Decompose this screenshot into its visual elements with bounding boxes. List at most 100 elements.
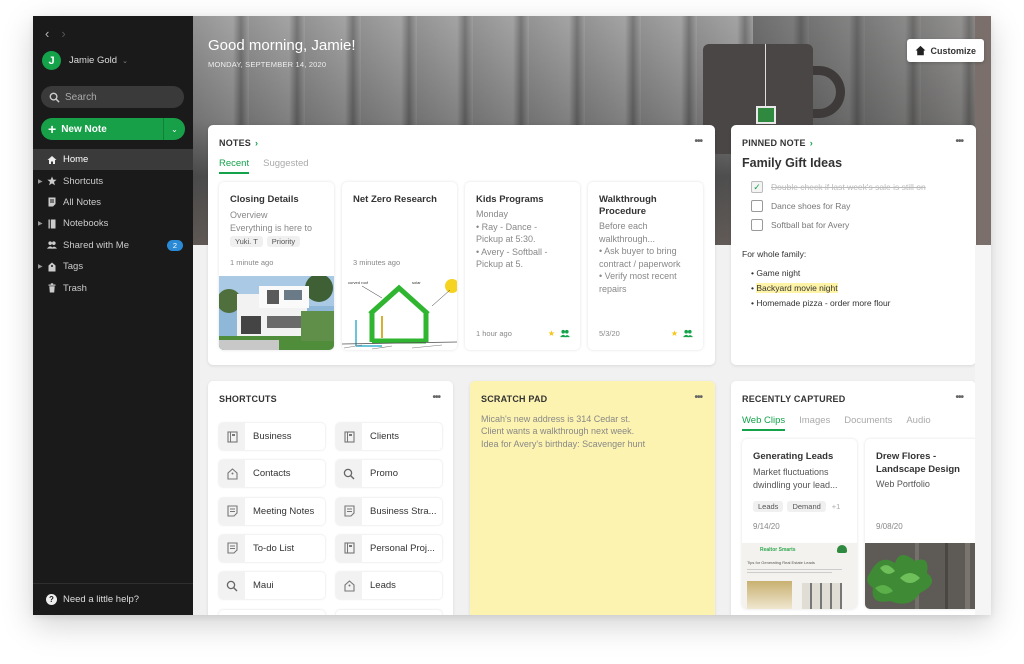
note-title: Walkthrough Procedure: [599, 194, 657, 217]
tab-web-clips[interactable]: Web Clips: [742, 415, 786, 431]
clip-snippet-line: Web Portfolio: [876, 479, 930, 489]
tag-chip[interactable]: Priority: [266, 236, 301, 247]
shortcut-item[interactable]: Promo: [336, 460, 442, 488]
home-dashboard: Good morning, Jamie! MONDAY, SEPTEMBER 1…: [193, 16, 991, 615]
note-card[interactable]: Closing Details Overview Everything is h…: [219, 182, 334, 350]
tab-images[interactable]: Images: [799, 415, 830, 431]
people-icon: [47, 240, 57, 250]
more-options-icon[interactable]: •••: [694, 392, 702, 403]
shortcut-item[interactable]: Contacts: [219, 460, 325, 488]
pinned-note-title[interactable]: Family Gift Ideas: [742, 156, 842, 170]
shortcut-item[interactable]: To-do List: [219, 534, 325, 562]
highlighted-bullet-text: Backyard movie night: [756, 283, 838, 293]
search-input[interactable]: [65, 91, 175, 103]
tab-recent[interactable]: Recent: [219, 158, 250, 174]
house-photo-thumbnail: [219, 276, 334, 350]
more-options-icon[interactable]: •••: [955, 392, 963, 403]
tag-chip[interactable]: Demand: [787, 501, 826, 512]
pinned-title-text: PINNED NOTE: [742, 138, 806, 148]
note-title: Closing Details: [230, 194, 299, 205]
clip-date: 9/14/20: [753, 522, 780, 531]
search-box[interactable]: [41, 86, 184, 108]
tab-audio[interactable]: Audio: [906, 415, 930, 431]
expand-arrow-icon[interactable]: ▶: [38, 220, 43, 227]
sidebar-item-label: All Notes: [63, 196, 102, 208]
notes-tabs: Recent Suggested: [219, 158, 309, 174]
shortcut-item[interactable]: Business Stra...: [336, 497, 442, 525]
note-snippet-line: • Avery - Softball -: [476, 246, 548, 257]
sidebar-item-label: Shared with Me: [63, 239, 130, 251]
scratch-pad-text[interactable]: Micah's new address is 314 Cedar st. Cli…: [481, 413, 645, 450]
note-icon: [219, 497, 245, 525]
expand-arrow-icon[interactable]: ▶: [38, 263, 43, 270]
plus-icon: +: [48, 121, 57, 137]
tag-chip[interactable]: Leads: [753, 501, 784, 512]
customize-button[interactable]: Customize: [907, 39, 984, 62]
shortcut-item[interactable]: Leads: [336, 572, 442, 600]
help-label: Need a little help?: [63, 594, 140, 605]
sidebar-item-notebooks[interactable]: ▶ Notebooks: [33, 213, 193, 234]
pinned-title[interactable]: PINNED NOTE ›: [742, 138, 813, 148]
search-icon: [336, 460, 362, 488]
note-card[interactable]: Walkthrough Procedure Before each walkth…: [588, 182, 703, 350]
shortcut-label: Business Stra...: [370, 505, 437, 517]
forward-arrow-icon[interactable]: ›: [61, 26, 65, 41]
shortcut-label: Personal Proj...: [370, 542, 435, 554]
trash-icon: [47, 283, 57, 293]
sidebar-item-trash[interactable]: Trash: [33, 277, 193, 298]
more-tags-count[interactable]: +1: [832, 502, 841, 511]
checklist-item: ✓ Double check if last week's sale is st…: [751, 181, 926, 193]
shared-icon: [560, 329, 570, 338]
new-note-dropdown[interactable]: ⌄: [163, 118, 185, 140]
more-options-icon[interactable]: •••: [694, 136, 702, 147]
shortcut-label: Business: [253, 431, 292, 442]
new-note-main[interactable]: + New Note: [41, 118, 163, 140]
more-options-icon[interactable]: •••: [432, 392, 440, 403]
help-link[interactable]: ? Need a little help?: [33, 583, 193, 615]
note-card[interactable]: Kids Programs Monday • Ray - Dance - Pic…: [465, 182, 580, 350]
web-clip-card[interactable]: Drew Flores - Landscape Design Web Portf…: [865, 439, 976, 609]
tab-documents[interactable]: Documents: [844, 415, 892, 431]
note-icon: [219, 534, 245, 562]
note-title: Kids Programs: [476, 194, 544, 205]
more-options-icon[interactable]: •••: [955, 136, 963, 147]
checkbox[interactable]: [751, 219, 763, 231]
shortcuts-title: SHORTCUTS: [219, 394, 277, 404]
tag-chip[interactable]: Yuki. T: [230, 236, 263, 247]
sidebar-item-home[interactable]: Home: [33, 149, 193, 171]
notes-title[interactable]: NOTES ›: [219, 138, 258, 148]
sidebar-item-shortcuts[interactable]: ▶ Shortcuts: [33, 170, 193, 191]
sidebar-item-all-notes[interactable]: All Notes: [33, 192, 193, 213]
sidebar-item-tags[interactable]: ▶ Tags: [33, 256, 193, 277]
shortcut-label: Contacts: [253, 468, 291, 480]
shortcut-item[interactable]: Meeting Notes: [219, 497, 325, 525]
web-clip-card[interactable]: Generating Leads Market fluctuations dwi…: [742, 439, 857, 609]
sidebar-item-shared-with-me[interactable]: Shared with Me 2: [33, 235, 193, 256]
note-timestamp: 1 hour ago: [476, 329, 512, 338]
shortcut-item[interactable]: Business: [219, 423, 325, 450]
shortcut-item-partial[interactable]: [219, 609, 325, 615]
clip-title: Generating Leads: [753, 451, 834, 462]
checkbox-checked[interactable]: ✓: [751, 181, 763, 193]
expand-arrow-icon[interactable]: ▶: [38, 178, 43, 185]
shortcut-item[interactable]: Maui: [219, 572, 325, 600]
notes-widget: NOTES › ••• Recent Suggested Closing Deta…: [208, 125, 715, 365]
sidebar-item-label: Tags: [63, 261, 84, 273]
back-arrow-icon[interactable]: ‹: [45, 26, 49, 41]
tab-suggested[interactable]: Suggested: [263, 158, 308, 174]
account-switcher[interactable]: J Jamie Gold ⌄: [42, 51, 128, 70]
tea-tag-decoration: [756, 106, 776, 124]
shortcut-item[interactable]: Clients: [336, 423, 442, 450]
clip-snippet-line: dwindling your lead...: [753, 479, 838, 490]
note-card[interactable]: Net Zero Research 3 minutes ago curved r…: [342, 182, 457, 350]
shortcut-item-partial[interactable]: [336, 609, 442, 615]
note-snippet: Monday • Ray - Dance - Pickup at 5:30. •…: [476, 208, 574, 271]
tag-icon: [336, 572, 362, 600]
checkbox[interactable]: [751, 200, 763, 212]
shortcut-label: Maui: [253, 580, 274, 592]
scratch-line: Micah's new address is 314 Cedar st.: [481, 414, 631, 424]
note-timestamp: 5/3/20: [599, 329, 620, 338]
new-note-button: + New Note ⌄: [41, 118, 185, 140]
shortcut-item[interactable]: Personal Proj...: [336, 534, 442, 562]
clip-snippet-line: Market fluctuations: [753, 467, 829, 477]
